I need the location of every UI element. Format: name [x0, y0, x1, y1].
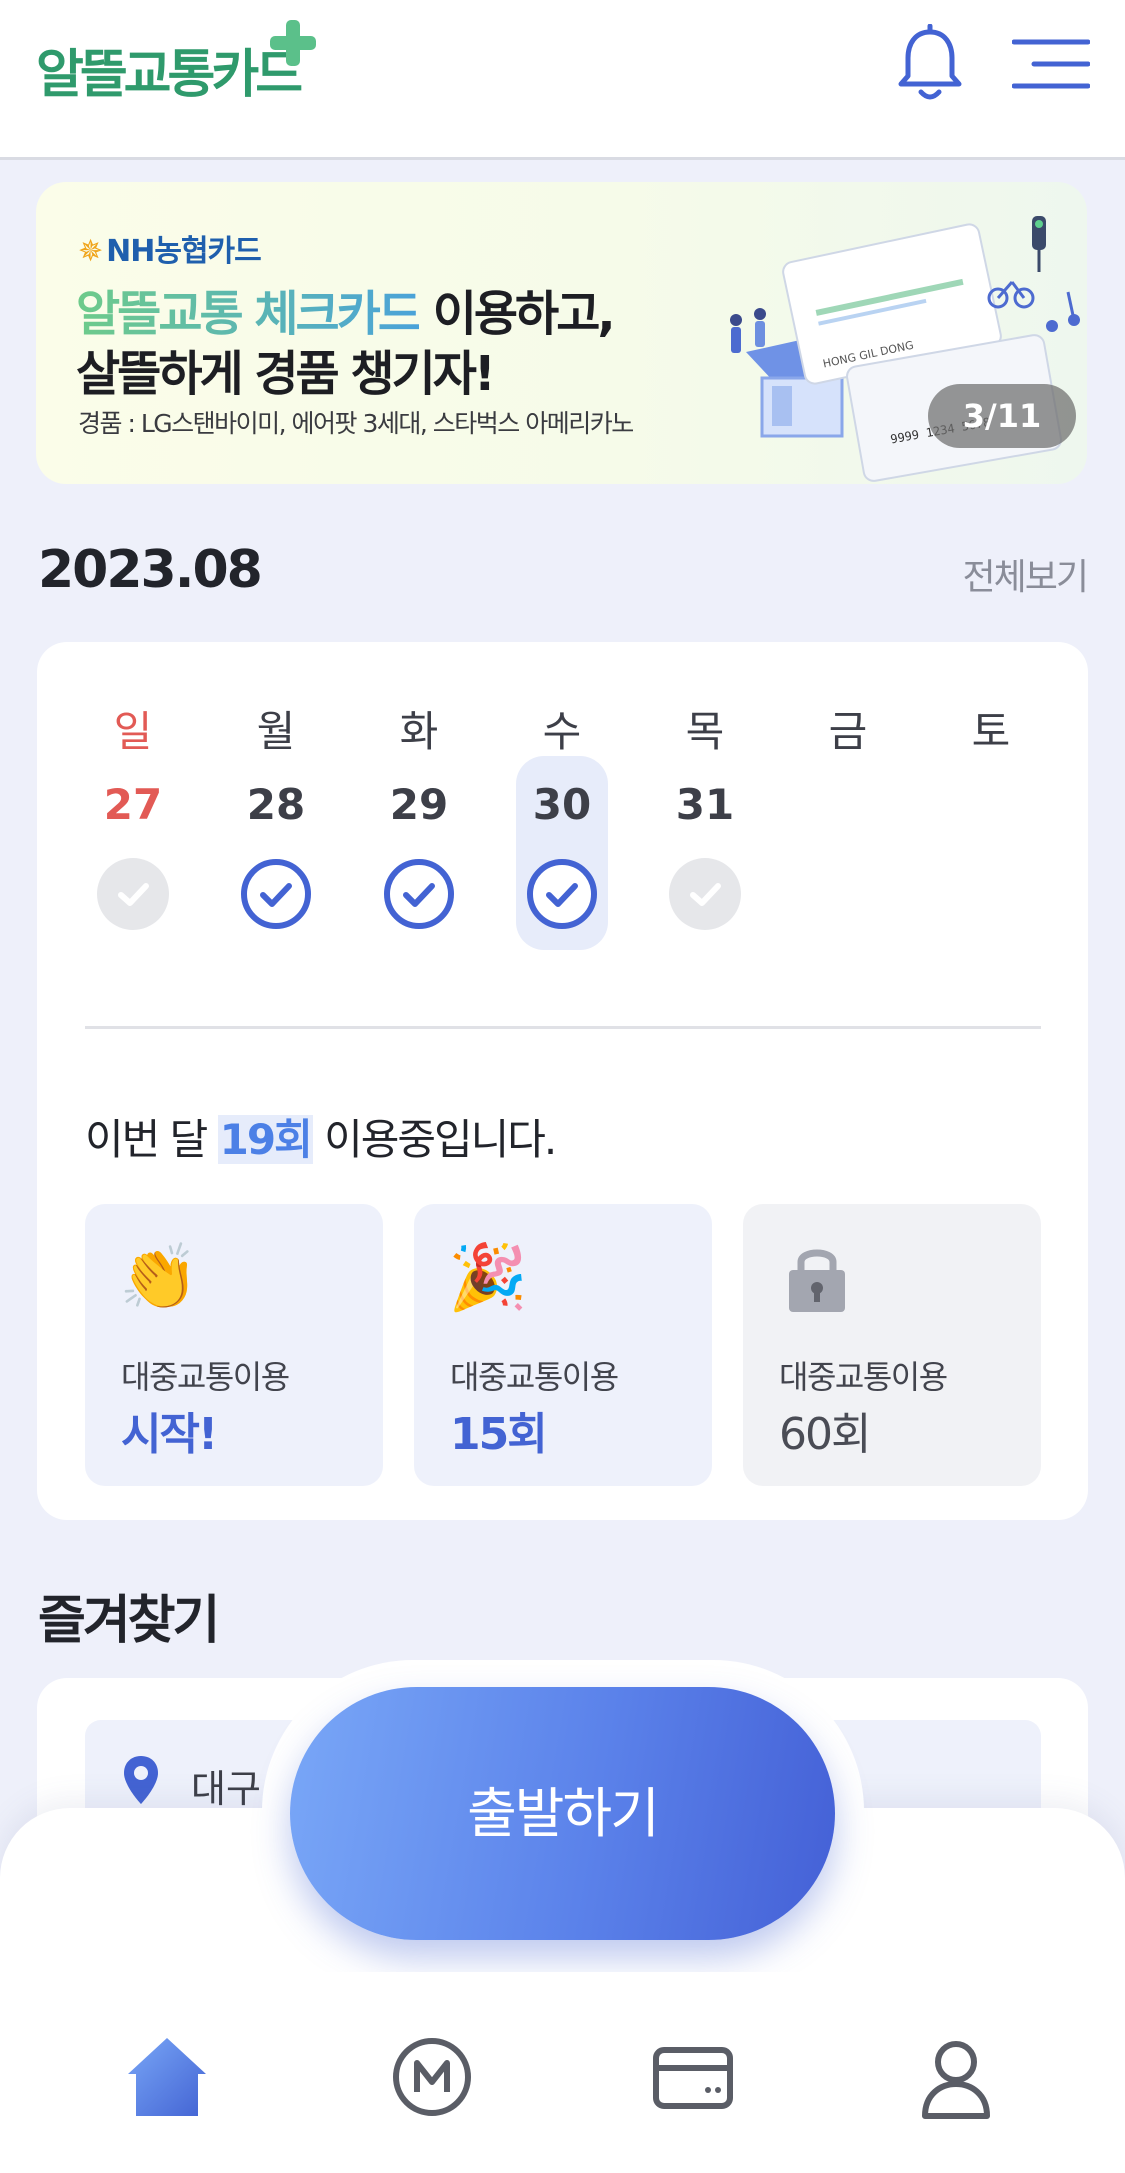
- bottom-tab-bar: [0, 1972, 1125, 2173]
- milestone-label: 대중교통이용: [121, 1358, 290, 1396]
- usage-prefix: 이번 달: [85, 1115, 218, 1164]
- milestone-tile-15[interactable]: 🎉 대중교통이용 15회: [414, 1204, 712, 1486]
- milestone-value: 15회: [450, 1409, 548, 1460]
- milestone-tile-60-locked[interactable]: 대중교통이용 60회: [743, 1204, 1041, 1486]
- usage-suffix: 이용중입니다.: [312, 1115, 557, 1164]
- monthly-usage-text: 이번 달 19회 이용중입니다.: [85, 1106, 557, 1167]
- weekday-label: 금: [828, 707, 868, 756]
- milestone-label: 대중교통이용: [450, 1358, 619, 1396]
- banner-headline-line2: 살뜰하게 경품 챙기자!: [76, 346, 496, 402]
- check-circle-gray-icon: [669, 858, 741, 930]
- party-popper-icon: 🎉: [448, 1241, 528, 1315]
- date-number: 30: [532, 780, 592, 829]
- location-pin-icon: [124, 1756, 158, 1804]
- date-number: 29: [389, 780, 449, 829]
- day-fri[interactable]: 금: [798, 690, 898, 950]
- lock-icon: [789, 1249, 845, 1312]
- milestone-label: 대중교통이용: [779, 1358, 948, 1396]
- app-header: 알뜰교통카드: [0, 0, 1125, 160]
- check-circle-icon: [527, 859, 597, 929]
- milestone-value: 시작!: [121, 1409, 218, 1460]
- scooter-icon: [1046, 291, 1080, 332]
- profile-icon[interactable]: [911, 2032, 1001, 2122]
- depart-button[interactable]: 출발하기: [290, 1687, 835, 1940]
- logo-plus-icon: [270, 20, 316, 66]
- weekday-label: 토: [971, 707, 1011, 756]
- month-title: 2023.08: [38, 540, 263, 600]
- nh-brand-text: NH농협카드: [106, 234, 262, 269]
- date-number: 27: [103, 780, 163, 829]
- mileage-m-icon[interactable]: [387, 2032, 477, 2122]
- weekday-label: 수: [542, 707, 582, 756]
- weekday-label: 화: [399, 707, 439, 756]
- calendar-card: 일 27 월 28 화 29 수 30 목 31 금 토 이번 달 19회 이용…: [37, 642, 1088, 1520]
- day-sat[interactable]: 토: [941, 690, 1041, 950]
- usage-count: 19회: [217, 1115, 313, 1164]
- weekday-label: 일: [113, 707, 153, 756]
- date-number: 31: [675, 780, 735, 829]
- hamburger-menu-icon[interactable]: [1012, 36, 1090, 96]
- bicycle-icon: [987, 281, 1035, 309]
- milestone-value: 60회: [779, 1409, 871, 1460]
- favorites-title: 즐겨찾기: [38, 1591, 220, 1651]
- home-icon[interactable]: [122, 2032, 212, 2122]
- day-thu[interactable]: 목 31: [655, 690, 755, 950]
- milestone-tile-start[interactable]: 👏 대중교통이용 시작!: [85, 1204, 383, 1486]
- card-icon[interactable]: [648, 2032, 738, 2122]
- weekday-label: 월: [256, 707, 296, 756]
- check-circle-icon: [241, 859, 311, 929]
- nh-logo-icon: ✵: [78, 234, 103, 269]
- week-strip: 일 27 월 28 화 29 수 30 목 31 금 토: [83, 690, 1043, 950]
- app-logo[interactable]: 알뜰교통카드: [36, 18, 326, 118]
- clapping-hands-icon: 👏: [119, 1241, 199, 1315]
- view-all-link[interactable]: 전체보기: [963, 548, 1089, 600]
- banner-prize-note: 경품 : LG스탠바이미, 에어팟 3세대, 스타벅스 아메리카노: [78, 409, 634, 438]
- day-wed-selected[interactable]: 수 30: [512, 690, 612, 950]
- promo-banner[interactable]: ✵ NH농협카드 알뜰교통 체크카드 이용하고, 살뜰하게 경품 챙기자! 경품 …: [36, 182, 1087, 484]
- bell-icon[interactable]: [895, 24, 965, 104]
- favorite-item-text: 대구: [191, 1767, 261, 1811]
- check-circle-gray-icon: [97, 858, 169, 930]
- calendar-divider: [85, 1026, 1041, 1029]
- date-number: 28: [246, 780, 306, 829]
- nh-card-brand: ✵ NH농협카드: [78, 226, 262, 270]
- milestone-tiles: 👏 대중교통이용 시작! 🎉 대중교통이용 15회 대중교통이용 60회: [85, 1204, 1041, 1486]
- day-tue[interactable]: 화 29: [369, 690, 469, 950]
- check-circle-icon: [384, 859, 454, 929]
- banner-page-indicator: 3/11: [928, 384, 1076, 448]
- day-sun[interactable]: 일 27: [83, 690, 183, 950]
- logo-text: 알뜰교통카드: [36, 45, 303, 105]
- weekday-label: 목: [685, 707, 725, 756]
- day-mon[interactable]: 월 28: [226, 690, 326, 950]
